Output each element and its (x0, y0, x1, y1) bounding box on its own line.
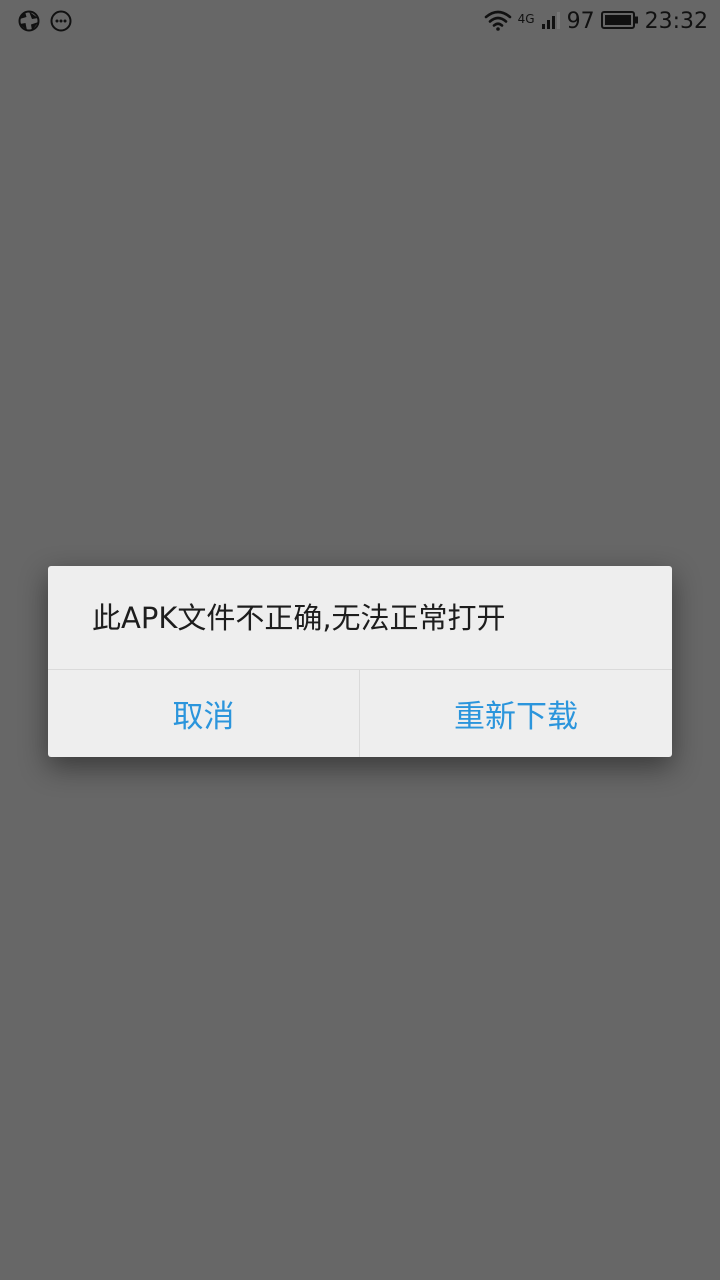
redownload-button[interactable]: 重新下载 (360, 670, 672, 757)
status-bar: 4G 97 23:32 (0, 0, 720, 44)
battery-icon (600, 11, 639, 33)
wifi-icon (484, 9, 512, 35)
network-type-label: 4G (517, 12, 535, 26)
battery-percent: 97 (566, 9, 595, 34)
signal-icon (541, 10, 561, 34)
chat-bubble-icon (50, 10, 72, 36)
aperture-icon (18, 10, 40, 36)
clock-time: 23:32 (644, 9, 708, 34)
status-bar-left (18, 10, 72, 36)
status-bar-right: 4G 97 23:32 (484, 8, 708, 36)
cancel-button[interactable]: 取消 (48, 670, 359, 757)
dialog-message: 此APK文件不正确,无法正常打开 (92, 601, 506, 635)
error-dialog: 此APK文件不正确,无法正常打开 取消 重新下载 (48, 566, 672, 757)
